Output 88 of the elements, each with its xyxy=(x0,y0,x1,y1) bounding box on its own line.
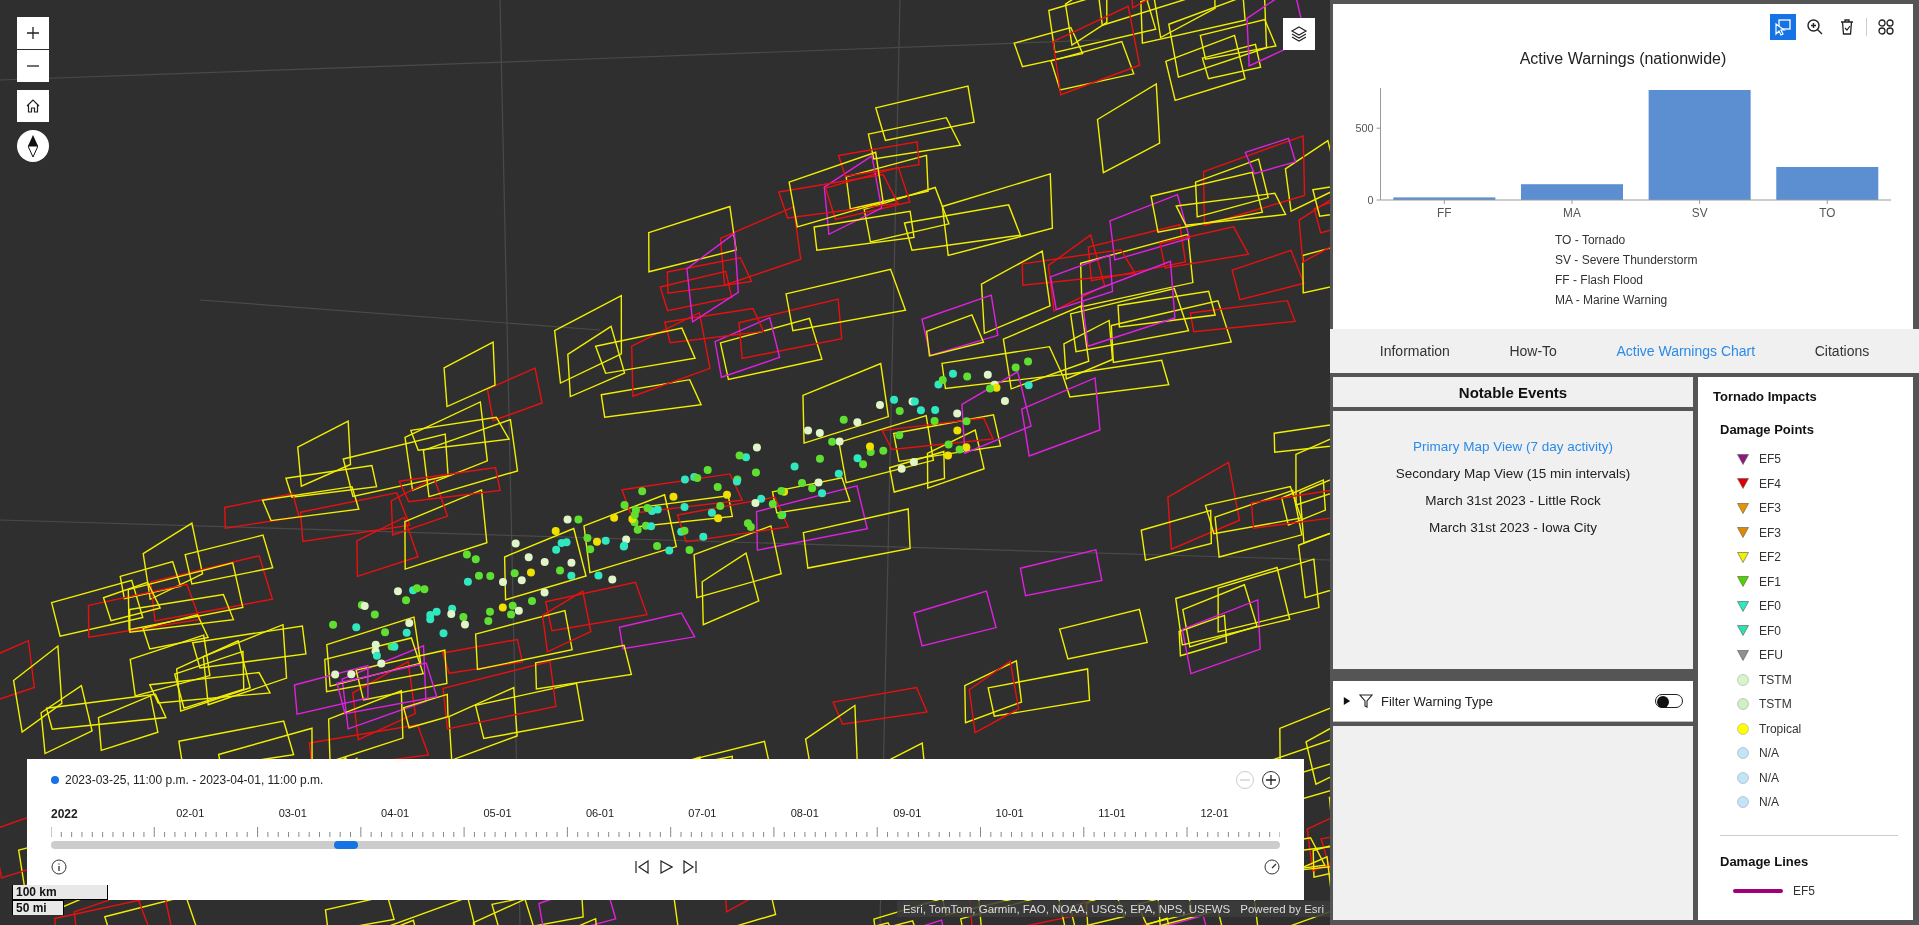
zoom-in-button[interactable] xyxy=(1262,771,1280,789)
legend-text: SV - Severe Thunderstorm xyxy=(1555,253,1699,267)
filter-icon xyxy=(1359,694,1373,708)
layers-icon xyxy=(1290,25,1308,43)
legend-label: EF0 xyxy=(1759,623,1781,638)
month-label: 12-01 xyxy=(1200,807,1229,819)
scale-bar-imperial: 50 mi xyxy=(12,900,64,915)
plus-icon xyxy=(1266,775,1276,785)
legend-label: N/A xyxy=(1759,795,1779,810)
month-label: 05-01 xyxy=(483,807,512,819)
month-label: 02-01 xyxy=(176,807,205,819)
scale-bar-metric: 100 km xyxy=(12,885,108,900)
trash-icon xyxy=(1838,18,1856,36)
previous-button[interactable] xyxy=(634,860,649,874)
legend-label: EF5 xyxy=(1793,883,1815,898)
legend-label: N/A xyxy=(1759,746,1779,761)
month-label: 09-01 xyxy=(893,807,922,819)
month-label: 03-01 xyxy=(278,807,307,819)
play-button[interactable] xyxy=(658,860,673,874)
zoom-in-icon xyxy=(1806,18,1824,36)
event-link[interactable]: March 31st 2023 - Iowa City xyxy=(1426,518,1600,537)
month-label: 07-01 xyxy=(688,807,717,819)
compass-button[interactable] xyxy=(17,130,49,162)
x-tick-label: FF xyxy=(1437,205,1452,220)
time-extent-label: 2023-03-25, 11:00 p.m. - 2023-04-01, 11:00 p.m. xyxy=(65,773,324,787)
chart-title: Active Warnings (nationwide) xyxy=(1518,50,1728,68)
notable-events-title: Notable Events xyxy=(1333,377,1693,407)
skip-back-icon xyxy=(634,860,649,874)
slider-thumb[interactable] xyxy=(333,841,358,849)
caret-icon[interactable] xyxy=(1343,696,1351,706)
legend-label: EF1 xyxy=(1759,574,1781,589)
event-link[interactable]: March 31st 2023 - Little Rock xyxy=(1423,491,1603,510)
grid-icon xyxy=(1877,18,1895,36)
legend-label: Tropical xyxy=(1759,721,1802,736)
legend-section-title: Damage Lines xyxy=(1720,853,1810,869)
x-tick-label: MA xyxy=(1563,205,1581,220)
x-tick-label: TO xyxy=(1819,205,1836,220)
info-icon xyxy=(51,859,67,875)
select-tool-button[interactable] xyxy=(1770,14,1796,40)
compass-icon xyxy=(28,135,38,157)
legend-text: MA - Marine Warning xyxy=(1555,293,1669,307)
minus-icon xyxy=(27,65,39,67)
legend-section-title: Damage Points xyxy=(1720,422,1815,437)
powered-by-link[interactable]: Powered by Esri xyxy=(1240,903,1324,915)
time-extent-dot-icon xyxy=(51,776,59,784)
play-icon xyxy=(658,860,673,874)
legend-label: TSTM xyxy=(1759,672,1792,687)
plus-icon xyxy=(27,27,39,39)
tab[interactable]: Citations xyxy=(1806,339,1878,363)
filter-label: Filter Warning Type xyxy=(1381,693,1493,709)
legend-label: EF3 xyxy=(1759,525,1781,540)
y-tick-label: 0 xyxy=(1367,193,1374,206)
speed-button[interactable] xyxy=(1264,859,1280,875)
legend-label: EF5 xyxy=(1759,452,1781,467)
legend-label: N/A xyxy=(1759,770,1779,785)
gauge-icon xyxy=(1264,859,1280,875)
month-label: 06-01 xyxy=(585,807,614,819)
month-label: 04-01 xyxy=(381,807,410,819)
toggle-switch[interactable] xyxy=(1655,694,1683,708)
legend-title: Tornado Impacts xyxy=(1713,389,1818,404)
legend-label: EF4 xyxy=(1759,476,1781,491)
y-tick-label: 500 xyxy=(1355,122,1374,135)
select-pointer-icon xyxy=(1774,18,1792,36)
info-button[interactable] xyxy=(51,859,67,875)
legend-label: EF3 xyxy=(1759,501,1781,516)
legend-label: EF0 xyxy=(1759,599,1781,614)
skip-forward-icon xyxy=(682,860,697,874)
x-tick-label: SV xyxy=(1691,205,1708,220)
legend-text: FF - Flash Flood xyxy=(1555,273,1645,287)
home-icon xyxy=(25,98,41,114)
time-slider-track[interactable] xyxy=(51,841,1280,849)
tab[interactable]: Information xyxy=(1371,339,1458,363)
legend-label: EF2 xyxy=(1759,550,1781,565)
home-button[interactable] xyxy=(17,90,49,122)
legend-label: EFU xyxy=(1759,648,1783,663)
legend-label: TSTM xyxy=(1759,697,1792,712)
tab[interactable]: How-To xyxy=(1501,339,1565,363)
zoom-out-button[interactable] xyxy=(17,50,49,82)
month-label: 08-01 xyxy=(790,807,819,819)
event-link[interactable]: Secondary Map View (15 min intervals) xyxy=(1393,464,1633,483)
month-label: 10-01 xyxy=(995,807,1024,819)
layers-button[interactable] xyxy=(1283,18,1315,50)
attribution-text: Esri, TomTom, Garmin, FAO, NOAA, USGS, EPA, NPS, USFWS xyxy=(902,903,1231,915)
month-label: 11-01 xyxy=(1098,807,1126,819)
year-label: 2022 xyxy=(51,807,78,821)
zoom-in-button[interactable] xyxy=(17,17,49,49)
legend-text: TO - Tornado xyxy=(1555,233,1627,247)
next-button[interactable] xyxy=(682,860,697,874)
